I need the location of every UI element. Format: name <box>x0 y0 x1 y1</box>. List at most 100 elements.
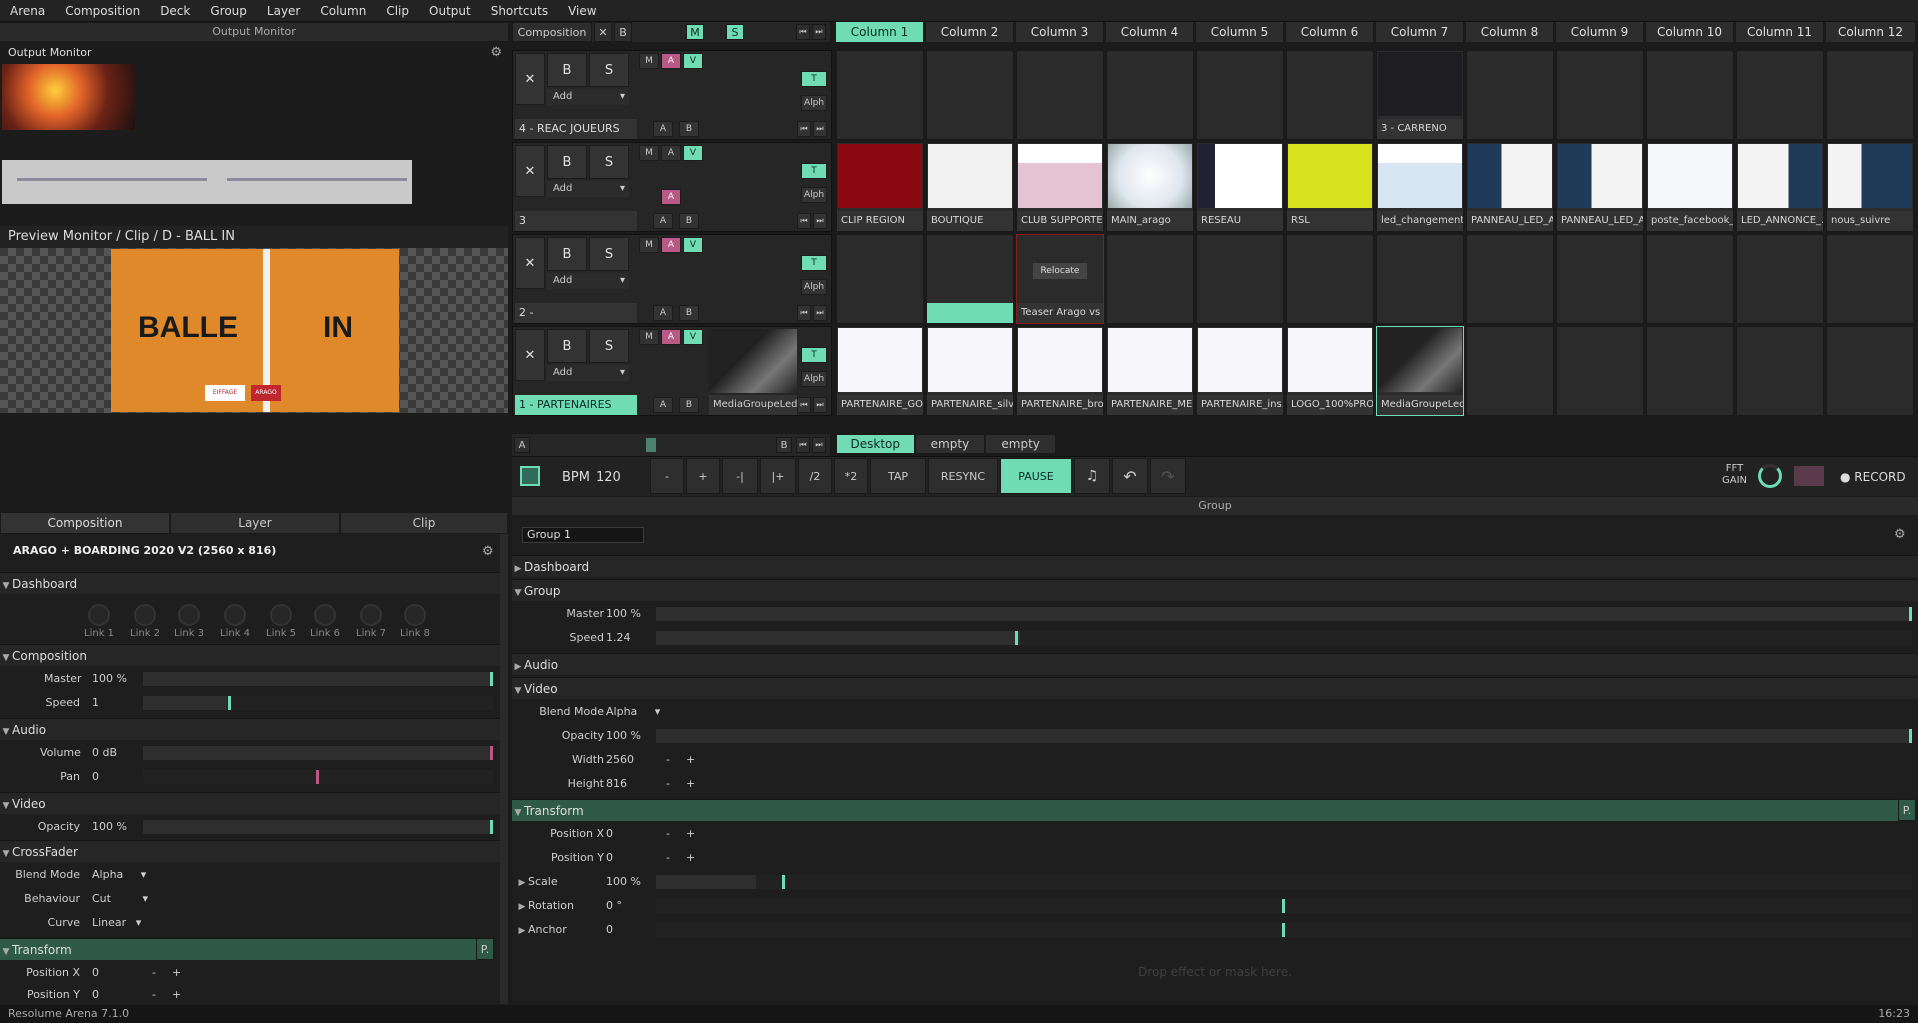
master-value[interactable]: 100 % <box>92 672 127 685</box>
layer-add-effect-dropdown[interactable]: Add ▾ <box>547 181 629 197</box>
layer-crossfader-b[interactable]: B <box>679 305 699 321</box>
section-transform[interactable]: ▼ Transform <box>512 799 1898 821</box>
group-blend-select[interactable]: Alpha ▾ <box>606 705 660 718</box>
clip-slot[interactable] <box>1556 50 1644 140</box>
group-height-plus[interactable]: + <box>686 777 695 790</box>
group-width-minus[interactable]: - <box>666 753 670 766</box>
clip-slot[interactable] <box>926 234 1014 324</box>
position-x-plus[interactable]: + <box>172 966 181 979</box>
menu-column[interactable]: Column <box>310 4 376 18</box>
tap-button[interactable]: TAP <box>870 458 926 494</box>
knob-link-3[interactable] <box>178 604 200 626</box>
opacity-value[interactable]: 100 % <box>92 820 127 833</box>
clip-slot[interactable] <box>836 50 924 140</box>
layer-solo-button[interactable]: S <box>589 329 629 363</box>
layer-blend-alpha[interactable]: Alph <box>801 371 827 387</box>
fft-gain-knob[interactable] <box>1758 464 1782 488</box>
group-master-slider[interactable] <box>656 607 1912 621</box>
menu-clip[interactable]: Clip <box>376 4 419 18</box>
undo-icon[interactable]: ↶ <box>1112 458 1148 494</box>
clip-slot[interactable]: RSL <box>1286 142 1374 232</box>
clip-slot[interactable] <box>1826 50 1914 140</box>
clip-slot[interactable] <box>1376 234 1464 324</box>
clip-slot[interactable] <box>1826 234 1914 324</box>
clip-slot[interactable] <box>1646 326 1734 416</box>
bpm-value[interactable]: 120 <box>596 470 621 485</box>
clip-slot[interactable] <box>1106 50 1194 140</box>
layer-crossfader-b[interactable]: B <box>679 397 699 413</box>
layer-a-toggle[interactable]: A <box>661 189 681 205</box>
tab-clip[interactable]: Clip <box>340 512 508 534</box>
gear-icon[interactable]: ⚙ <box>482 544 494 559</box>
clip-slot[interactable] <box>1826 326 1914 416</box>
group-master-value[interactable]: 100 % <box>606 607 641 620</box>
clip-slot[interactable]: Relocate Teaser Arago vs ... <box>1016 234 1104 324</box>
layer-transition-button[interactable]: T <box>801 255 827 271</box>
deck-tab-desktop[interactable]: Desktop <box>836 434 915 454</box>
layer-crossfader-a[interactable]: A <box>653 397 673 413</box>
skip-forward-icon[interactable]: ⏭ <box>812 437 826 453</box>
crossfader-handle[interactable] <box>646 438 656 452</box>
clip-slot[interactable] <box>1196 234 1284 324</box>
skip-back-icon[interactable]: ⏮ <box>797 305 811 321</box>
column-header-5[interactable]: Column 5 <box>1196 22 1284 42</box>
group-height-minus[interactable]: - <box>666 777 670 790</box>
position-x-value[interactable]: 0 <box>92 966 99 979</box>
clip-slot[interactable]: PARTENAIRE_ME... <box>1106 326 1194 416</box>
clip-slot[interactable] <box>1646 234 1734 324</box>
pan-slider[interactable] <box>143 770 493 784</box>
layer-crossfader-a[interactable]: A <box>653 121 673 137</box>
column-header-4[interactable]: Column 4 <box>1106 22 1194 42</box>
layer-transition-button[interactable]: T <box>801 71 827 87</box>
clip-slot[interactable] <box>1736 326 1824 416</box>
layer-clear-button[interactable]: ✕ <box>515 145 545 197</box>
menu-layer[interactable]: Layer <box>257 4 310 18</box>
group-position-x-value[interactable]: 0 <box>606 827 613 840</box>
deck-tab-empty-2[interactable]: empty <box>985 434 1056 454</box>
section-dashboard[interactable]: ▼ Dashboard <box>0 572 500 594</box>
clip-slot[interactable] <box>1106 234 1194 324</box>
bpm-minus-button[interactable]: - <box>650 458 684 494</box>
nudge-left-button[interactable]: -| <box>722 458 758 494</box>
clip-slot[interactable] <box>1556 234 1644 324</box>
group-position-x-plus[interactable]: + <box>686 827 695 840</box>
layer-blend-alpha[interactable]: Alph <box>801 279 827 295</box>
behaviour-select[interactable]: Cut ▾ <box>92 892 148 905</box>
layer-name[interactable]: 4 - REAC JOUEURS <box>515 119 637 139</box>
skip-forward-icon[interactable]: ⏭ <box>813 305 827 321</box>
clip-slot[interactable] <box>1016 50 1104 140</box>
group-position-y-value[interactable]: 0 <box>606 851 613 864</box>
group-rotation-value[interactable]: 0 ° <box>606 899 622 912</box>
crossfader-b[interactable]: B <box>776 437 792 453</box>
section-video[interactable]: ▼ Video <box>0 792 500 814</box>
master-slider[interactable] <box>143 672 493 686</box>
layer-m-toggle[interactable]: M <box>639 237 659 253</box>
pause-button[interactable]: PAUSE <box>1000 458 1072 494</box>
layer-m-toggle[interactable]: M <box>639 145 659 161</box>
clip-slot[interactable]: LED_ANNONCE_... <box>1736 142 1824 232</box>
group-position-y-minus[interactable]: - <box>666 851 670 864</box>
clip-slot[interactable] <box>1466 326 1554 416</box>
section-transform[interactable]: ▼ Transform <box>0 938 476 960</box>
column-header-12[interactable]: Column 12 <box>1826 22 1916 42</box>
group-anchor-slider[interactable] <box>656 923 1912 937</box>
skip-back-icon[interactable]: ⏮ <box>797 213 811 229</box>
menu-view[interactable]: View <box>558 4 606 18</box>
skip-forward-icon[interactable]: ⏭ <box>813 397 827 413</box>
skip-forward-icon[interactable]: ⏭ <box>813 213 827 229</box>
column-header-8[interactable]: Column 8 <box>1466 22 1554 42</box>
layer-a-toggle[interactable]: A <box>661 53 681 69</box>
transform-presets-button[interactable]: P. <box>1898 799 1916 821</box>
menu-arena[interactable]: Arena <box>0 4 55 18</box>
volume-value[interactable]: 0 dB <box>92 746 117 759</box>
section-video[interactable]: ▼ Video <box>512 677 1918 699</box>
clip-slot[interactable] <box>1646 50 1734 140</box>
composition-solo-button[interactable]: S <box>726 24 744 40</box>
clip-slot[interactable]: PANNEAU_LED_A... <box>1556 142 1644 232</box>
layer-name[interactable]: 1 - PARTENAIRES <box>515 395 637 415</box>
layer-v-toggle[interactable]: V <box>683 145 703 161</box>
column-header-1[interactable]: Column 1 <box>836 22 924 42</box>
volume-slider[interactable] <box>143 746 493 760</box>
position-y-minus[interactable]: - <box>152 988 156 1001</box>
section-audio[interactable]: ▶ Audio <box>512 653 1918 675</box>
